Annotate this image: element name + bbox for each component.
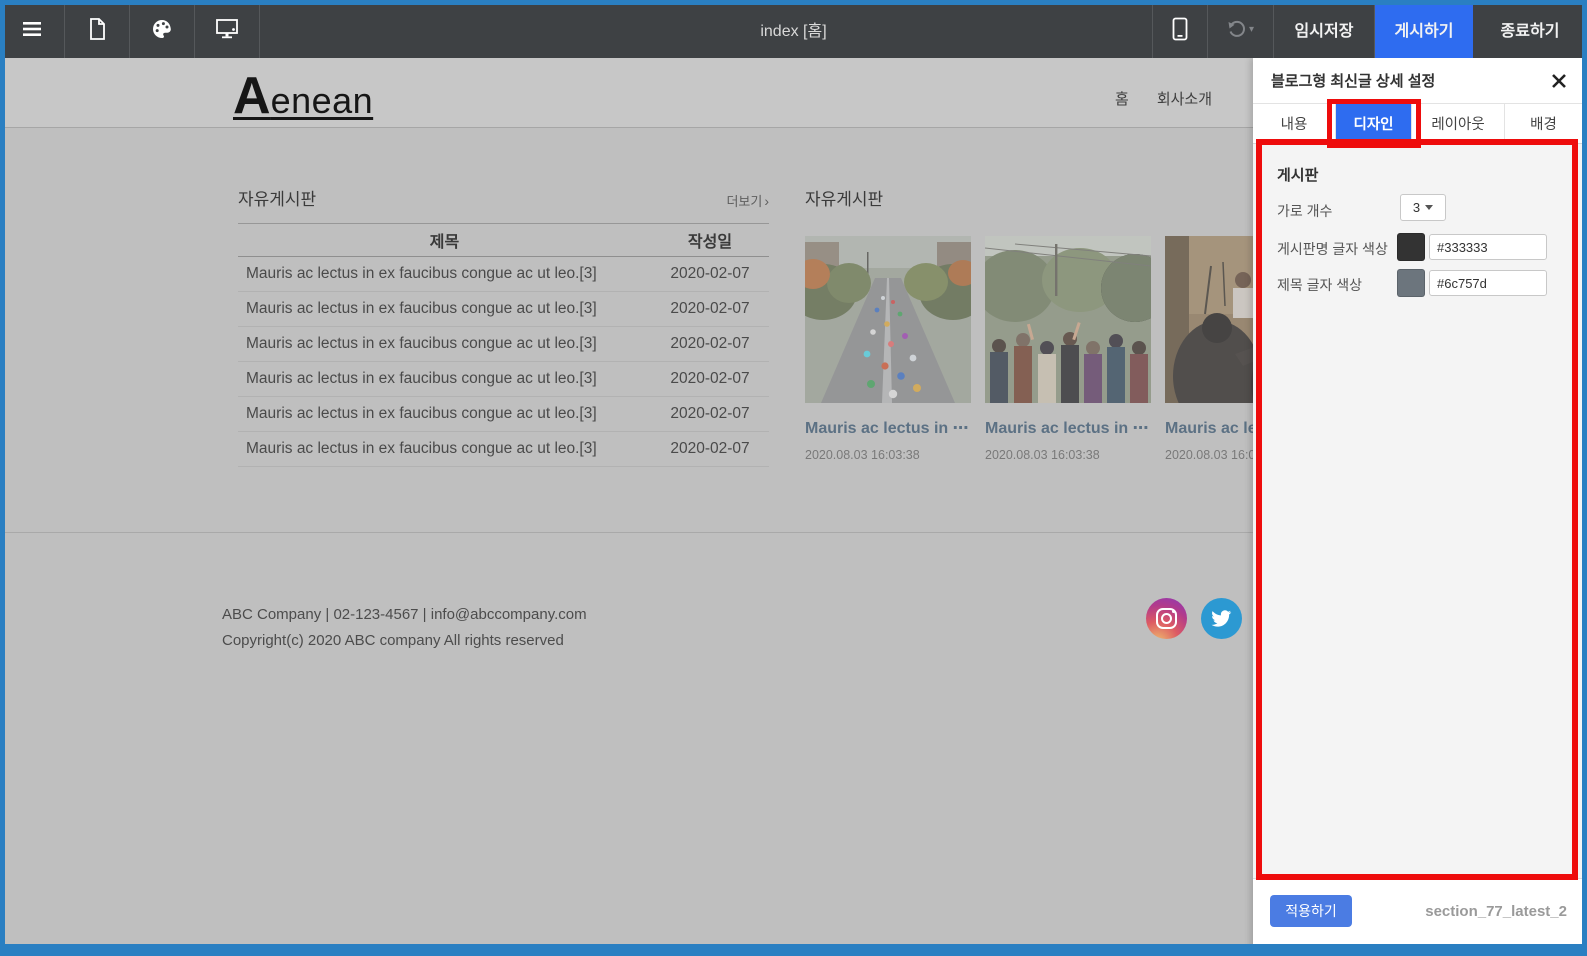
pages-button[interactable] [65, 0, 130, 58]
close-icon[interactable] [1551, 73, 1567, 89]
mobile-preview-button[interactable] [1152, 0, 1208, 58]
palette-icon [153, 20, 171, 38]
undo-icon [1228, 20, 1245, 37]
undo-button[interactable]: ▾ [1208, 0, 1274, 58]
table-row[interactable]: Mauris ac lectus in ex faucibus congue a… [238, 292, 769, 327]
settings-panel: 블로그형 최신글 상세 설정 내용 디자인 레이아웃 배경 게시판 가로 개수 … [1253, 58, 1583, 956]
page-icon [90, 18, 105, 40]
instagram-icon[interactable] [1146, 598, 1187, 639]
table-row[interactable]: Mauris ac lectus in ex faucibus congue a… [238, 397, 769, 432]
more-link[interactable]: 더보기 › [726, 191, 769, 210]
publish-button[interactable]: 게시하기 [1375, 0, 1473, 58]
section-id-label: section_77_latest_2 [1425, 903, 1567, 920]
tab-content[interactable]: 내용 [1253, 104, 1336, 143]
caret-down-icon [1425, 205, 1434, 210]
post-card-title: Mauris ac lectus in ⋯ [805, 420, 969, 437]
temp-save-button[interactable]: 임시저장 [1274, 0, 1375, 58]
board-list-title: 자유게시판 [238, 190, 317, 209]
post-card-date: 2020.08.03 16:03:38 [805, 448, 920, 462]
menu-button[interactable] [0, 0, 65, 58]
board-name-color-input[interactable] [1429, 234, 1547, 260]
table-row[interactable]: Mauris ac lectus in ex faucibus congue a… [238, 362, 769, 397]
apply-button[interactable]: 적용하기 [1270, 895, 1352, 927]
editor-toolbar: index [홈] ▾ 임시저장 게시하기 종료하기 [0, 0, 1587, 58]
twitter-icon[interactable] [1201, 598, 1242, 639]
mobile-icon [1172, 17, 1188, 41]
panel-title: 블로그형 최신글 상세 설정 [1271, 73, 1436, 90]
title-color-label: 제목 글자 색상 [1277, 277, 1363, 293]
tab-layout[interactable]: 레이아웃 [1412, 104, 1505, 143]
site-logo[interactable]: Aenean [233, 66, 373, 126]
desktop-preview-button[interactable] [195, 0, 260, 58]
chevron-right-icon: › [764, 193, 769, 209]
title-color-swatch[interactable] [1397, 269, 1425, 297]
post-card-date: 2020.08.03 16:03:38 [985, 448, 1100, 462]
panel-footer: 적용하기 section_77_latest_2 [1253, 878, 1583, 956]
columns-count-label: 가로 개수 [1277, 203, 1333, 219]
board-list-section: 자유게시판 더보기 › 제목 작성일 Mauris ac lectus in ex… [238, 185, 769, 467]
table-row[interactable]: Mauris ac lectus in ex faucibus congue a… [238, 432, 769, 467]
exit-button[interactable]: 종료하기 [1473, 0, 1587, 58]
table-row[interactable]: Mauris ac lectus in ex faucibus congue a… [238, 327, 769, 362]
board-name-color-label: 게시판명 글자 색상 [1277, 241, 1388, 257]
social-links [1146, 598, 1242, 639]
site-nav: 홈 회사소개 [1115, 88, 1212, 109]
tab-background[interactable]: 배경 [1505, 104, 1582, 143]
menu-icon [23, 22, 41, 36]
columns-count-dropdown[interactable]: 3 [1400, 194, 1446, 221]
caret-down-icon: ▾ [1248, 23, 1255, 35]
post-photo-group-outdoors [985, 236, 1151, 403]
section-heading: 게시판 [1277, 167, 1319, 184]
board-name-color-swatch[interactable] [1397, 233, 1425, 261]
panel-body: 게시판 가로 개수 3 게시판명 글자 색상 제목 글자 색상 [1253, 144, 1583, 878]
post-card[interactable]: Mauris ac lectus in ⋯ 2020.08.03 16:03:3… [805, 236, 971, 462]
footer-info: ABC Company | 02-123-4567 | info@abccomp… [222, 602, 587, 654]
footer-copyright-line: Copyright(c) 2020 ABC company All rights… [222, 632, 564, 649]
title-color-input[interactable] [1429, 270, 1547, 296]
monitor-icon [216, 19, 238, 39]
nav-item-home[interactable]: 홈 [1115, 88, 1129, 109]
table-header: 제목 작성일 [238, 224, 769, 257]
post-card[interactable]: Mauris ac lectus in ⋯ 2020.08.03 16:03:3… [985, 236, 1151, 462]
theme-button[interactable] [130, 0, 195, 58]
footer-contact-line: ABC Company | 02-123-4567 | info@abccomp… [222, 606, 587, 623]
panel-tabs: 내용 디자인 레이아웃 배경 [1253, 103, 1583, 144]
tab-design[interactable]: 디자인 [1336, 104, 1412, 143]
post-card-title: Mauris ac lectus in ⋯ [985, 420, 1149, 437]
nav-item-about[interactable]: 회사소개 [1157, 88, 1212, 109]
table-row[interactable]: Mauris ac lectus in ex faucibus congue a… [238, 257, 769, 292]
post-photo-marathon [805, 236, 971, 403]
